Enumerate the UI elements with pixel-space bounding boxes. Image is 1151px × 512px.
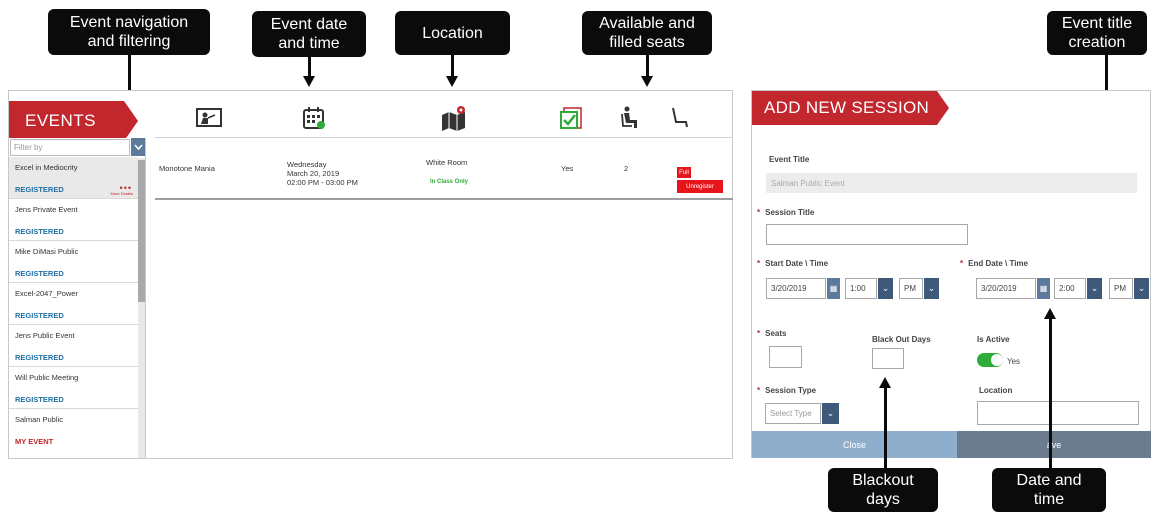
available-cell: Yes <box>561 164 574 173</box>
event-name: Jens Public Event <box>15 331 75 340</box>
event-status: REGISTERED <box>15 353 64 362</box>
sidebar-scroll-thumb[interactable] <box>138 160 145 302</box>
checklist-icon <box>557 105 587 131</box>
list-item[interactable]: Jens Private Event REGISTERED <box>9 199 138 241</box>
session-title-input[interactable] <box>766 224 968 245</box>
callout-blackout-days: Blackout days <box>828 468 938 512</box>
callout-arrow-head <box>446 76 458 87</box>
events-title: EVENTS <box>9 101 138 141</box>
location-label: Location <box>979 386 1013 395</box>
callout-arrow-line <box>884 387 887 469</box>
event-status: REGISTERED <box>15 269 64 278</box>
seats-input[interactable] <box>769 346 802 368</box>
start-time-select[interactable]: 1:00 <box>845 278 877 299</box>
events-panel: EVENTS Filter by Excel in Mediocrity REG… <box>8 90 733 459</box>
end-time-select[interactable]: 2:00 <box>1054 278 1086 299</box>
list-item[interactable]: Jens Public Event REGISTERED <box>9 325 138 367</box>
blackout-days-label: Black Out Days <box>872 335 931 344</box>
list-item[interactable]: Salman Public MY EVENT <box>9 409 138 451</box>
callout-location: Location <box>395 11 510 55</box>
event-name: Excel in Mediocrity <box>15 163 78 172</box>
end-date-input[interactable]: 3/20/2019 <box>976 278 1036 299</box>
calendar-icon <box>299 105 329 131</box>
session-title-label: * Session Title <box>757 208 815 217</box>
callout-arrow-head <box>641 76 653 87</box>
callout-seats: Available and filled seats <box>582 11 712 55</box>
chevron-down-icon[interactable]: ⌄ <box>822 403 839 424</box>
callout-event-title: Event title creation <box>1047 11 1147 55</box>
location-input[interactable] <box>977 401 1139 425</box>
callout-arrow-line <box>451 55 454 77</box>
save-button[interactable]: ave <box>957 431 1151 458</box>
chevron-down-icon[interactable]: ⌄ <box>1134 278 1149 299</box>
location-cell: White Room <box>426 158 468 167</box>
unregister-button[interactable]: Unregister <box>677 180 723 193</box>
list-item[interactable]: Mike DiMasi Public REGISTERED <box>9 241 138 283</box>
location-note: In Class Only <box>430 179 469 185</box>
event-sidebar: Filter by Excel in Mediocrity REGISTERED… <box>9 138 146 458</box>
event-status: REGISTERED <box>15 227 64 236</box>
event-name: Mike DiMasi Public <box>15 247 79 256</box>
callout-event-date: Event date and time <box>252 11 366 57</box>
callout-arrow-head <box>303 76 315 87</box>
is-active-value: Yes <box>1007 357 1021 366</box>
event-status: MY EVENT <box>15 437 54 446</box>
event-status: REGISTERED <box>15 185 64 194</box>
close-button[interactable]: Close <box>752 431 957 458</box>
chevron-down-icon[interactable]: ⌄ <box>924 278 939 299</box>
event-status: REGISTERED <box>15 395 64 404</box>
event-name: Salman Public <box>15 415 63 424</box>
event-time-cell: 02:00 PM - 03:00 PM <box>287 178 358 187</box>
chevron-down-icon[interactable]: ⌄ <box>1087 278 1102 299</box>
event-name: Will Public Meeting <box>15 373 79 382</box>
full-badge: Full <box>677 167 691 178</box>
event-name-cell: Monotone Mania <box>159 164 215 173</box>
start-date-input[interactable]: 3/20/2019 <box>766 278 826 299</box>
add-session-panel: ADD NEW SESSION Event Title Salman Publi… <box>751 90 1151 458</box>
end-ampm-select[interactable]: PM <box>1109 278 1133 299</box>
session-type-select[interactable]: Select Type <box>765 403 821 424</box>
event-date-cell: March 20, 2019 <box>287 169 340 178</box>
seated-person-icon <box>615 105 645 131</box>
filled-seats-cell: 2 <box>624 164 629 173</box>
filter-dropdown-button[interactable] <box>131 138 145 156</box>
list-item[interactable]: Excel-2047_Power REGISTERED <box>9 283 138 325</box>
calendar-icon[interactable]: ▦ <box>827 278 840 299</box>
toggle-knob <box>991 354 1003 366</box>
table-row[interactable]: Monotone Mania Wednesday March 20, 2019 … <box>155 138 733 200</box>
session-panel-title: ADD NEW SESSION <box>752 91 949 125</box>
chevron-down-icon[interactable]: ⌄ <box>878 278 893 299</box>
event-day-cell: Wednesday <box>287 160 327 169</box>
event-status: REGISTERED <box>15 311 64 320</box>
callout-event-navigation: Event navigation and filtering <box>48 9 210 55</box>
list-item[interactable]: Will Public Meeting REGISTERED <box>9 367 138 409</box>
session-type-label: * Session Type <box>757 386 817 395</box>
event-name: Excel-2047_Power <box>15 289 78 298</box>
person-board-icon <box>194 105 224 131</box>
callout-arrow-line <box>308 57 311 77</box>
callout-date-time: Date and time <box>992 468 1106 512</box>
callout-arrow-line <box>646 55 649 77</box>
event-title-label: Event Title <box>769 155 810 164</box>
seats-label: * Seats <box>757 329 787 338</box>
end-datetime-label: * End Date \ Time <box>960 259 1028 268</box>
is-active-label: Is Active <box>977 335 1010 344</box>
event-name: Jens Private Event <box>15 205 78 214</box>
list-item[interactable]: Excel in Mediocrity REGISTERED ••• More … <box>9 157 138 199</box>
calendar-icon[interactable]: ▦ <box>1037 278 1050 299</box>
callout-arrow-line <box>1049 318 1052 469</box>
blackout-days-input[interactable] <box>872 348 904 369</box>
event-title-field: Salman Public Event <box>766 173 1137 193</box>
chevron-down-icon <box>133 144 143 150</box>
start-datetime-label: * Start Date \ Time <box>757 259 829 268</box>
start-ampm-select[interactable]: PM <box>899 278 923 299</box>
more-details-link[interactable]: More Details <box>111 191 133 196</box>
map-pin-icon <box>439 105 469 131</box>
filter-input[interactable]: Filter by <box>10 139 130 156</box>
empty-seat-icon <box>664 105 694 131</box>
